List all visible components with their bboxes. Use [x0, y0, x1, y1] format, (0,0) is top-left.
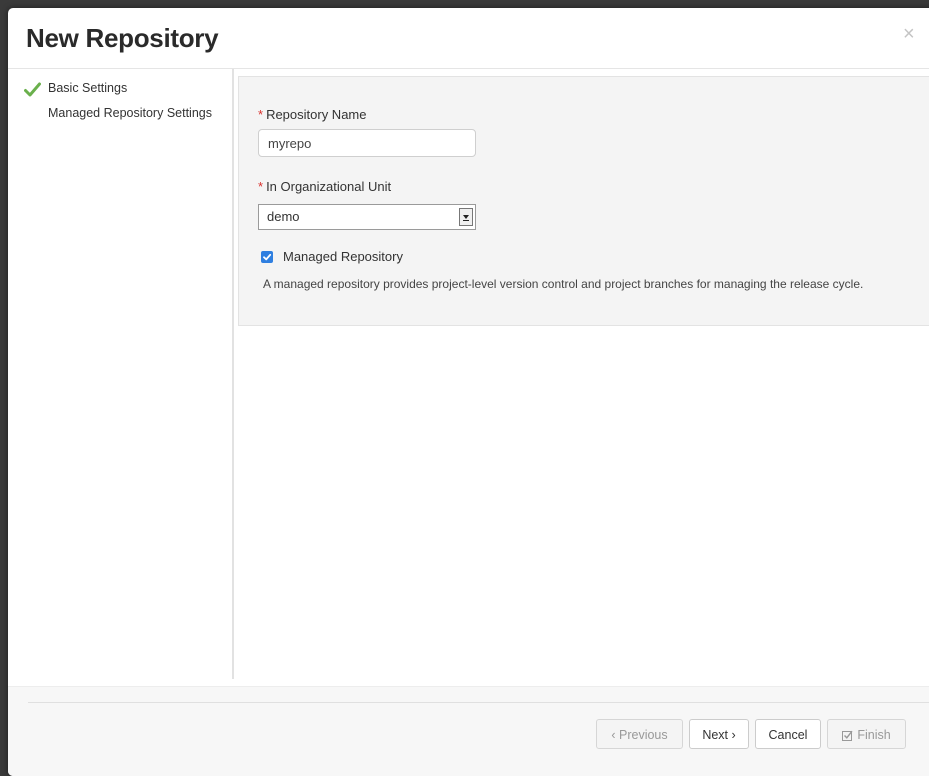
organizational-unit-label: * In Organizational Unit	[258, 179, 391, 194]
next-button[interactable]: Next ›	[689, 719, 749, 749]
repository-name-input[interactable]	[258, 129, 476, 157]
wizard-steps-sidebar: Basic Settings Managed Repository Settin…	[8, 69, 234, 679]
footer-divider	[28, 702, 929, 703]
dialog-header: New Repository ×	[8, 8, 929, 69]
dialog-footer: ‹ Previous Next › Cancel Finish	[8, 686, 929, 776]
managed-repository-label[interactable]: Managed Repository	[283, 249, 403, 264]
repository-name-label-text: Repository Name	[266, 107, 367, 122]
wizard-step-basic-settings[interactable]: Basic Settings	[48, 81, 127, 95]
new-repository-dialog: New Repository × Basic Settings Managed …	[8, 8, 929, 776]
checkmark-icon	[263, 253, 272, 261]
repository-name-label: * Repository Name	[258, 107, 367, 122]
check-square-icon	[842, 730, 853, 741]
basic-settings-panel: *Repository Name *In Organizational Unit…	[238, 76, 929, 326]
cancel-button[interactable]: Cancel	[755, 719, 821, 749]
organizational-unit-select[interactable]: demo	[258, 204, 476, 230]
required-marker: *	[258, 107, 264, 122]
required-marker: *	[258, 179, 264, 194]
finish-button[interactable]: Finish	[827, 719, 906, 749]
check-icon	[24, 82, 41, 97]
managed-repository-help-text: A managed repository provides project-le…	[263, 277, 864, 291]
dropdown-arrow-icon[interactable]	[459, 208, 473, 226]
previous-button[interactable]: ‹ Previous	[596, 719, 683, 749]
organizational-unit-label-text: In Organizational Unit	[266, 179, 392, 194]
dialog-title: New Repository	[26, 23, 219, 53]
wizard-step-managed-repository-settings[interactable]: Managed Repository Settings	[48, 106, 212, 120]
managed-repository-checkbox[interactable]	[261, 251, 273, 263]
close-icon[interactable]: ×	[903, 24, 915, 44]
organizational-unit-selected-value: demo	[267, 209, 300, 224]
finish-button-label: Finish	[857, 728, 891, 742]
